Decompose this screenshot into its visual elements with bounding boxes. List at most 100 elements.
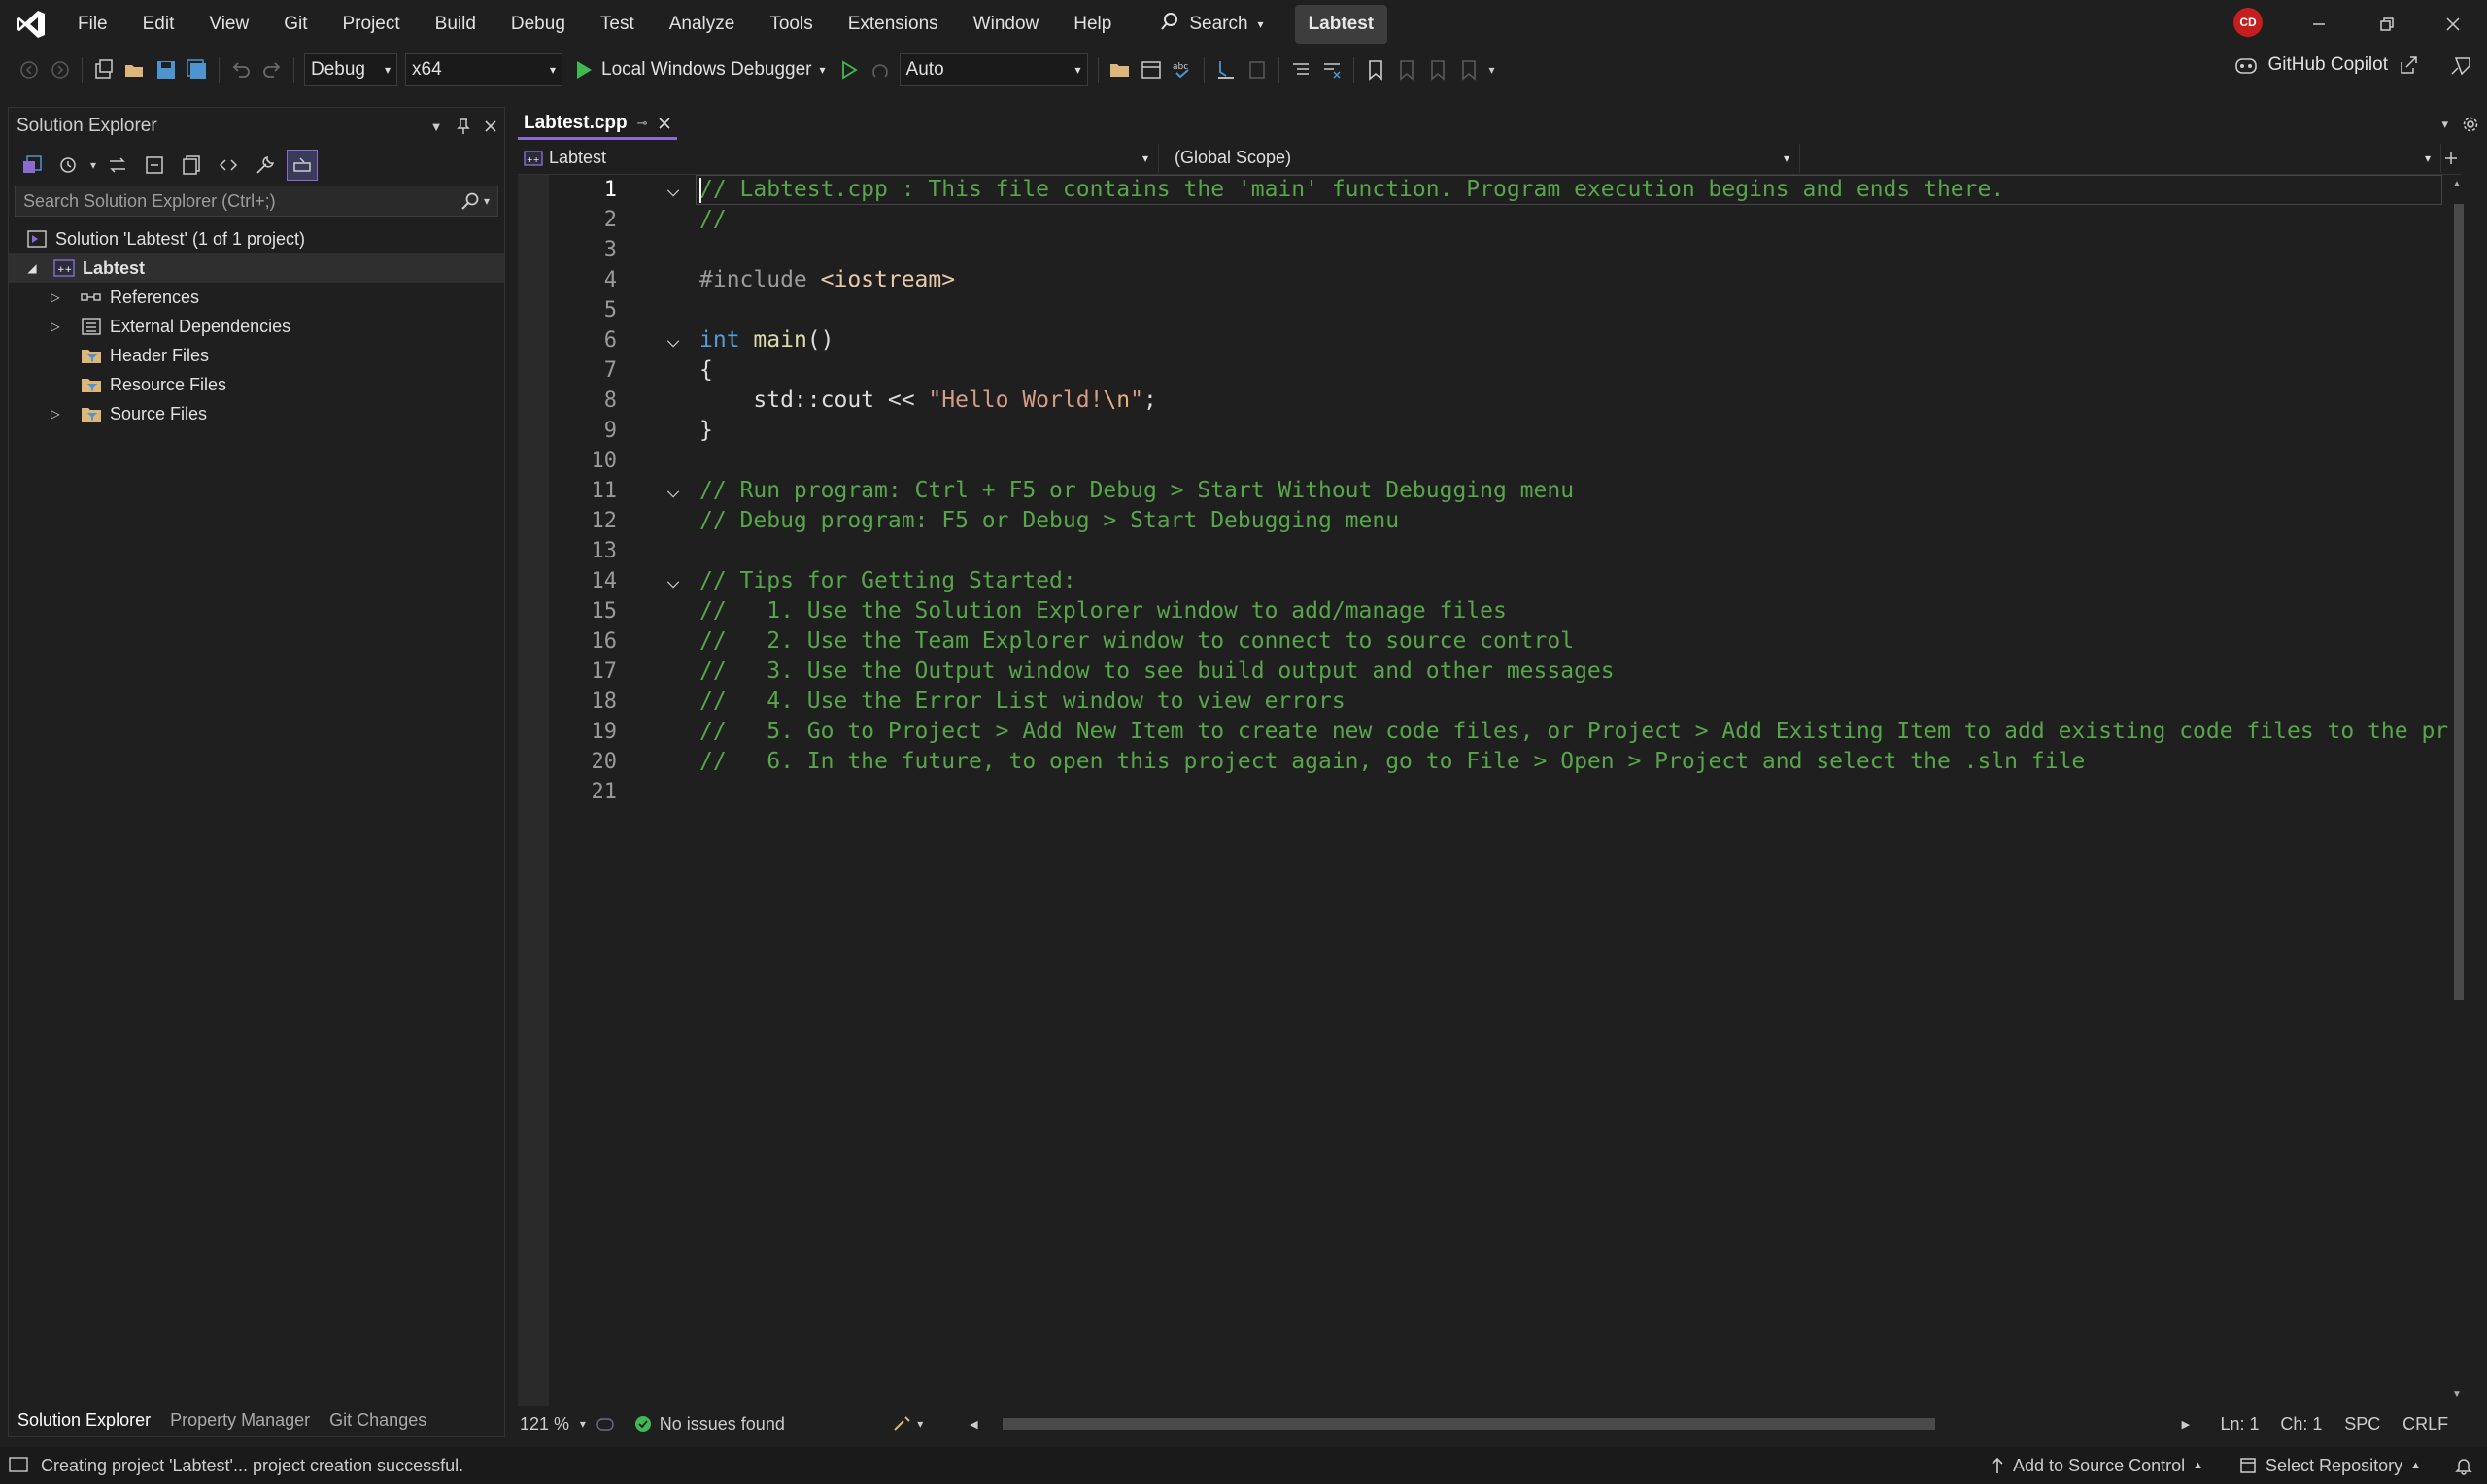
tree-item-resource-files[interactable]: Resource Files [9, 370, 504, 399]
tab-git-changes[interactable]: Git Changes [329, 1410, 426, 1437]
code-line[interactable]: 19 // 5. Go to Project > Add New Item to … [518, 717, 2461, 747]
tree-item-header-files[interactable]: Header Files [9, 341, 504, 370]
scope-navigation-select[interactable]: (Global Scope) ▾ [1159, 143, 1800, 173]
menu-test[interactable]: Test [583, 0, 652, 49]
scroll-left-icon[interactable]: ◀ [970, 1418, 989, 1431]
tree-item-source-files[interactable]: ▷ Source Files [9, 399, 504, 428]
line-indicator[interactable]: Ln: 1 [2221, 1414, 2281, 1434]
horizontal-scrollbar[interactable] [989, 1410, 2182, 1437]
vertical-scrollbar[interactable]: ▲ ▼ [2448, 175, 2470, 1406]
fold-toggle-icon[interactable]: ⌵ [664, 175, 683, 205]
window-layout-icon[interactable] [1136, 54, 1167, 85]
fold-toggle-icon[interactable]: ⌵ [664, 566, 683, 596]
menu-help[interactable]: Help [1056, 0, 1129, 49]
code-line[interactable]: 13 [518, 536, 2461, 566]
menu-debug[interactable]: Debug [494, 0, 583, 49]
menu-tools[interactable]: Tools [752, 0, 830, 49]
next-bookmark-icon[interactable] [1422, 54, 1453, 85]
search-button[interactable]: Search ▾ [1146, 7, 1277, 42]
solution-explorer-search[interactable]: Search Solution Explorer (Ctrl+;) ▾ [15, 186, 498, 217]
open-folder-icon[interactable] [119, 54, 151, 85]
switch-views-icon[interactable] [17, 150, 48, 181]
code-line[interactable]: 15 // 1. Use the Solution Explorer window… [518, 596, 2461, 626]
tab-solution-explorer[interactable]: Solution Explorer [8, 1410, 151, 1437]
avatar[interactable]: CD [2233, 8, 2263, 37]
panel-options-icon[interactable]: ▼ [423, 119, 450, 134]
toolbar-overflow-icon[interactable]: ▾ [1484, 54, 1500, 85]
pin-tab-icon[interactable]: ⊸ [637, 116, 648, 131]
navigate-forward-icon[interactable] [45, 54, 76, 85]
tree-item-references[interactable]: ▷ References [9, 283, 504, 312]
spell-check-icon[interactable]: abc [1167, 54, 1198, 85]
code-cleanup-icon[interactable]: ▾ [892, 1415, 970, 1433]
navigate-back-icon[interactable] [14, 54, 45, 85]
properties-icon[interactable] [250, 150, 281, 181]
menu-edit[interactable]: Edit [125, 0, 192, 49]
sync-with-active-document-icon[interactable] [102, 150, 133, 181]
code-editor[interactable]: 1 ⌵ // Labtest.cpp : This file contains th… [518, 175, 2461, 1406]
uncomment-lines-icon[interactable] [1316, 54, 1347, 85]
menu-view[interactable]: View [191, 0, 266, 49]
visual-studio-logo-icon[interactable] [14, 7, 49, 42]
menu-project[interactable]: Project [325, 0, 418, 49]
share-icon[interactable] [2398, 54, 2419, 76]
code-line[interactable]: 12 // Debug program: F5 or Debug > Start … [518, 506, 2461, 536]
step-out-icon[interactable] [1242, 54, 1273, 85]
code-line[interactable]: 11 ⌵ // Run program: Ctrl + F5 or Debug > … [518, 476, 2461, 506]
pin-icon[interactable] [450, 118, 477, 135]
code-line[interactable]: 2 // [518, 205, 2461, 235]
column-indicator[interactable]: Ch: 1 [2280, 1414, 2344, 1434]
code-line[interactable]: 17 // 3. Use the Output window to see bui… [518, 657, 2461, 687]
code-line[interactable]: 1 ⌵ // Labtest.cpp : This file contains th… [518, 175, 2461, 205]
code-line[interactable]: 6 ⌵ int main() [518, 325, 2461, 355]
github-copilot-button[interactable]: GitHub Copilot [2234, 54, 2419, 76]
horizontal-scroll-thumb[interactable] [1003, 1418, 1936, 1430]
hot-reload-icon[interactable] [865, 54, 896, 85]
start-without-debugging-icon[interactable] [834, 54, 865, 85]
fold-toggle-icon[interactable]: ⌵ [664, 476, 683, 506]
add-to-source-control-button[interactable]: Add to Source Control ▲ [1990, 1456, 2203, 1476]
line-ending-indicator[interactable]: CRLF [2402, 1414, 2461, 1434]
collapsed-arrow-icon[interactable]: ▷ [46, 407, 65, 421]
select-repository-button[interactable]: Select Repository ▲ [2238, 1456, 2421, 1476]
preview-selected-items-icon[interactable] [287, 150, 319, 181]
code-line[interactable]: 20 // 6. In the future, to open this proj… [518, 747, 2461, 777]
bookmark-icon[interactable] [1360, 54, 1391, 85]
menu-build[interactable]: Build [418, 0, 494, 49]
previous-bookmark-icon[interactable] [1391, 54, 1422, 85]
notifications-icon[interactable] [2454, 1456, 2473, 1475]
save-icon[interactable] [151, 54, 182, 85]
menu-window[interactable]: Window [956, 0, 1057, 49]
menu-extensions[interactable]: Extensions [831, 0, 956, 49]
member-navigation-select[interactable]: ▾ [1800, 143, 2441, 173]
code-line[interactable]: 10 [518, 446, 2461, 476]
restore-button[interactable] [2353, 0, 2421, 49]
project-navigation-select[interactable]: ++ Labtest ▾ [518, 143, 1159, 173]
step-into-icon[interactable] [1210, 54, 1242, 85]
scroll-right-icon[interactable]: ▶ [2182, 1418, 2221, 1431]
code-line[interactable]: 7{ [518, 355, 2461, 386]
close-icon[interactable] [477, 119, 504, 133]
chevron-down-icon[interactable]: ▾ [580, 1417, 596, 1431]
new-project-icon[interactable] [88, 54, 119, 85]
copilot-status-icon[interactable] [596, 1415, 634, 1433]
clear-bookmarks-icon[interactable] [1453, 54, 1484, 85]
save-all-icon[interactable] [182, 54, 213, 85]
close-window-button[interactable] [2419, 0, 2487, 49]
issues-status[interactable]: No issues found [660, 1414, 893, 1434]
code-line[interactable]: 18 // 4. Use the Error List window to vie… [518, 687, 2461, 717]
expanded-arrow-icon[interactable]: ◢ [22, 261, 42, 275]
collapsed-arrow-icon[interactable]: ▷ [46, 290, 65, 304]
code-line[interactable]: 3 [518, 235, 2461, 265]
chevron-down-icon[interactable]: ▾ [90, 158, 96, 172]
whitespace-indicator[interactable]: SPC [2344, 1414, 2402, 1434]
show-all-files-icon[interactable] [176, 150, 207, 181]
code-line[interactable]: 5 [518, 295, 2461, 325]
gear-icon[interactable] [2462, 116, 2479, 133]
collapsed-arrow-icon[interactable]: ▷ [46, 320, 65, 333]
comment-lines-icon[interactable] [1285, 54, 1316, 85]
scroll-down-icon[interactable]: ▼ [2452, 1389, 2462, 1400]
pending-changes-filter-icon[interactable] [53, 150, 85, 181]
platform-select[interactable]: x64 ▾ [405, 53, 562, 86]
start-debugging-button[interactable]: Local Windows Debugger ▾ [566, 52, 834, 87]
